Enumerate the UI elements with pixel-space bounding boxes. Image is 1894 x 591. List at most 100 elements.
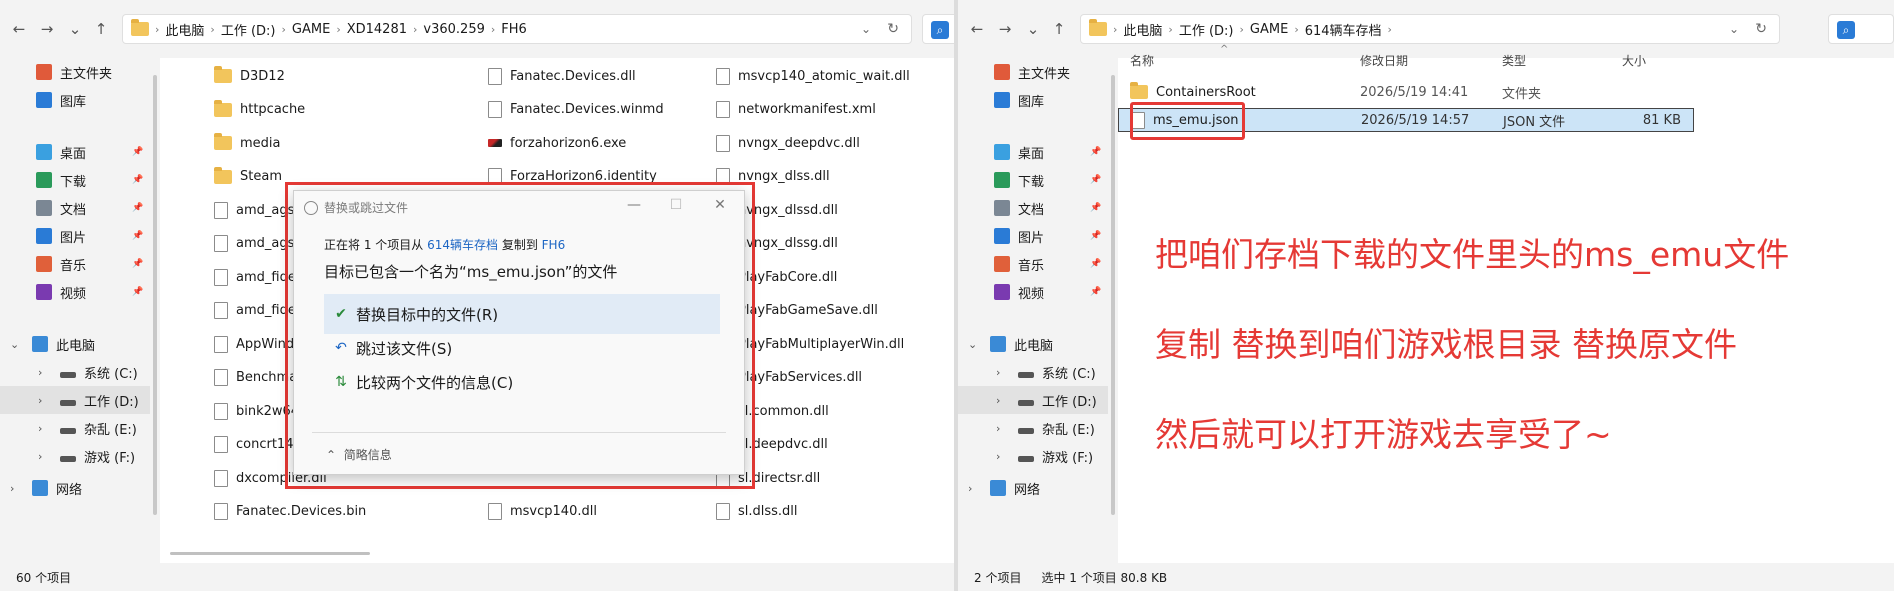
breadcrumb-item[interactable]: GAME bbox=[292, 22, 330, 37]
sidebar-item[interactable]: 下载 📌 bbox=[958, 166, 1108, 194]
up-icon[interactable]: ↑ bbox=[1050, 20, 1068, 38]
sidebar-item[interactable]: › 游戏 (F:) bbox=[0, 442, 150, 470]
refresh-icon[interactable]: ↻ bbox=[887, 21, 899, 37]
file-name: Fanatec.Devices.dll bbox=[510, 68, 636, 84]
sidebar-item[interactable]: 图库 bbox=[0, 86, 150, 114]
column-header-size[interactable]: 大小 bbox=[1622, 52, 1646, 69]
sidebar-item[interactable]: 文档 📌 bbox=[0, 194, 150, 222]
sidebar-item[interactable]: › 系统 (C:) bbox=[0, 358, 150, 386]
chevron-right-icon[interactable]: › bbox=[968, 482, 972, 495]
table-row[interactable]: ContainersRoot 2026/5/19 14:41 文件夹 bbox=[1118, 80, 1694, 104]
sidebar-item[interactable]: 桌面 📌 bbox=[0, 138, 150, 166]
list-item[interactable]: Fanatec.Devices.dll bbox=[488, 64, 636, 88]
sidebar-item[interactable]: 图片 📌 bbox=[958, 222, 1108, 250]
sidebar-item[interactable]: › 网络 bbox=[0, 474, 150, 502]
chevron-down-icon[interactable]: ⌄ bbox=[66, 20, 84, 38]
chevron-right-icon[interactable]: › bbox=[996, 366, 1000, 379]
chevron-right-icon[interactable]: › bbox=[996, 422, 1000, 435]
sidebar-item[interactable]: › 系统 (C:) bbox=[958, 358, 1108, 386]
chevron-down-icon[interactable]: ⌄ bbox=[1024, 20, 1042, 38]
breadcrumb-item[interactable]: v360.259 bbox=[423, 22, 484, 37]
chevron-right-icon[interactable]: › bbox=[38, 394, 42, 407]
list-item[interactable]: networkmanifest.xml bbox=[716, 98, 876, 122]
list-item[interactable]: Steam bbox=[214, 165, 282, 189]
breadcrumb-item[interactable]: GAME bbox=[1250, 22, 1288, 37]
list-item[interactable]: Fanatec.Devices.winmd bbox=[488, 98, 664, 122]
file-icon bbox=[488, 503, 502, 520]
chevron-right-icon[interactable]: › bbox=[38, 450, 42, 463]
breadcrumb-item[interactable]: 工作 (D:) bbox=[221, 20, 276, 39]
breadcrumb-item[interactable]: FH6 bbox=[501, 22, 527, 37]
breadcrumb[interactable]: › 此电脑 › 工作 (D:) › GAME › 614辆车存档 › ⌄ ↻ bbox=[1080, 14, 1780, 44]
sidebar-item[interactable]: 视频 📌 bbox=[0, 278, 150, 306]
chevron-down-icon[interactable]: ⌄ bbox=[861, 22, 871, 36]
list-item[interactable]: media bbox=[214, 131, 281, 155]
sidebar-item[interactable]: ⌄ 此电脑 bbox=[958, 330, 1108, 358]
sidebar-item-label: 游戏 (F:) bbox=[1042, 450, 1094, 466]
minimize-icon[interactable]: — bbox=[624, 197, 644, 213]
sidebar-scrollbar[interactable] bbox=[153, 75, 157, 515]
chevron-down-icon[interactable]: ⌄ bbox=[10, 338, 19, 351]
chevron-right-icon[interactable]: › bbox=[38, 366, 42, 379]
sidebar-item[interactable]: 主文件夹 bbox=[958, 58, 1108, 86]
sidebar-item[interactable]: 图片 📌 bbox=[0, 222, 150, 250]
sidebar-item-label: 主文件夹 bbox=[1018, 66, 1071, 82]
breadcrumb-item[interactable]: 此电脑 bbox=[1123, 20, 1162, 39]
fewer-details-toggle[interactable]: ⌃ 简略信息 bbox=[326, 446, 392, 463]
search-input[interactable]: ⌕ bbox=[922, 14, 954, 44]
horizontal-scrollbar[interactable] bbox=[170, 552, 370, 555]
back-icon[interactable]: ← bbox=[968, 20, 986, 38]
list-item[interactable]: sl.dlss.dll bbox=[716, 500, 798, 524]
chevron-right-icon[interactable]: › bbox=[996, 394, 1000, 407]
sidebar-item[interactable]: 主文件夹 bbox=[0, 58, 150, 86]
chevron-right-icon[interactable]: › bbox=[38, 422, 42, 435]
sidebar-scrollbar[interactable] bbox=[1111, 75, 1115, 515]
list-item[interactable]: msvcp140_atomic_wait.dll bbox=[716, 64, 910, 88]
refresh-icon[interactable]: ↻ bbox=[1755, 21, 1767, 37]
sidebar-item[interactable]: ⌄ 此电脑 bbox=[0, 330, 150, 358]
sidebar-item[interactable]: 音乐 📌 bbox=[958, 250, 1108, 278]
close-icon[interactable]: ✕ bbox=[710, 197, 730, 213]
breadcrumb[interactable]: › 此电脑 › 工作 (D:) › GAME › XD14281 › v360.259 ›… bbox=[122, 14, 912, 44]
sidebar-item[interactable]: 视频 📌 bbox=[958, 278, 1108, 306]
sidebar-item[interactable]: 桌面 📌 bbox=[958, 138, 1108, 166]
chevron-right-icon[interactable]: › bbox=[996, 450, 1000, 463]
destination-link[interactable]: FH6 bbox=[542, 238, 566, 252]
sidebar-item[interactable]: › 杂乱 (E:) bbox=[958, 414, 1108, 442]
up-icon[interactable]: ↑ bbox=[92, 20, 110, 38]
file-name: httpcache bbox=[240, 102, 306, 117]
search-input[interactable]: ⌕ bbox=[1828, 14, 1894, 44]
chevron-right-icon[interactable]: › bbox=[10, 482, 14, 495]
video-icon bbox=[36, 284, 52, 300]
chevron-down-icon[interactable]: ⌄ bbox=[1729, 22, 1739, 36]
sidebar-item[interactable]: › 网络 bbox=[958, 474, 1108, 502]
list-item[interactable]: Fanatec.Devices.bin bbox=[214, 500, 366, 524]
breadcrumb-item[interactable]: 工作 (D:) bbox=[1179, 20, 1234, 39]
sidebar-item[interactable]: 图库 bbox=[958, 86, 1108, 114]
sidebar-item[interactable]: 下载 📌 bbox=[0, 166, 150, 194]
sidebar-item[interactable]: › 工作 (D:) bbox=[0, 386, 150, 414]
compare-option[interactable]: ⇅ 比较两个文件的信息(C) bbox=[324, 362, 720, 402]
file-icon bbox=[214, 335, 228, 353]
list-item[interactable]: msvcp140.dll bbox=[488, 500, 597, 524]
forward-icon[interactable]: → bbox=[38, 20, 56, 38]
back-icon[interactable]: ← bbox=[10, 20, 28, 38]
source-link[interactable]: 614辆车存档 bbox=[427, 238, 498, 252]
list-item[interactable]: httpcache bbox=[214, 98, 305, 122]
column-header-type[interactable]: 类型 bbox=[1502, 52, 1526, 69]
breadcrumb-item[interactable]: 此电脑 bbox=[165, 20, 204, 39]
sidebar-item[interactable]: 文档 📌 bbox=[958, 194, 1108, 222]
list-item[interactable]: D3D12 bbox=[214, 64, 285, 88]
forward-icon[interactable]: → bbox=[996, 20, 1014, 38]
sidebar-item[interactable]: › 杂乱 (E:) bbox=[0, 414, 150, 442]
breadcrumb-item[interactable]: XD14281 bbox=[347, 22, 407, 37]
column-header-date[interactable]: 修改日期 bbox=[1360, 52, 1408, 69]
column-header-name[interactable]: 名称 bbox=[1130, 52, 1154, 69]
sidebar-item[interactable]: 音乐 📌 bbox=[0, 250, 150, 278]
sidebar-item[interactable]: › 工作 (D:) bbox=[958, 386, 1108, 414]
chevron-down-icon[interactable]: ⌄ bbox=[968, 338, 977, 351]
list-item[interactable]: nvngx_deepdvc.dll bbox=[716, 131, 860, 155]
breadcrumb-item[interactable]: 614辆车存档 bbox=[1305, 20, 1382, 39]
list-item[interactable]: forzahorizon6.exe bbox=[488, 131, 626, 155]
sidebar-item[interactable]: › 游戏 (F:) bbox=[958, 442, 1108, 470]
